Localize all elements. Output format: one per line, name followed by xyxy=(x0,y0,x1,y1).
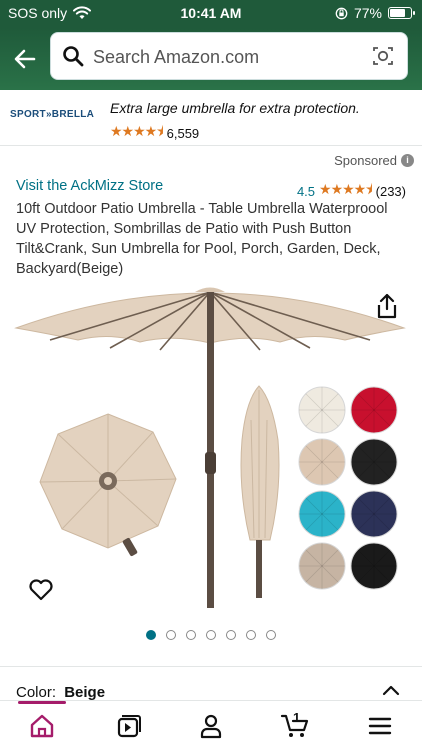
info-icon[interactable]: i xyxy=(401,154,414,167)
battery-icon xyxy=(388,7,415,19)
battery-percent: 77% xyxy=(353,5,382,21)
ad-headline[interactable]: Extra large umbrella for extra protectio… xyxy=(110,100,360,116)
back-arrow-icon[interactable] xyxy=(10,44,40,74)
carousel-dot[interactable] xyxy=(166,630,176,640)
brand-logo[interactable]: SPORT»BRELLA xyxy=(10,109,94,120)
menu-icon[interactable] xyxy=(366,713,394,739)
product-image[interactable] xyxy=(0,282,422,627)
account-icon[interactable] xyxy=(197,713,225,739)
color-selector[interactable]: Color: Beige xyxy=(16,684,105,701)
carousel-dot[interactable] xyxy=(206,630,216,640)
cart-button[interactable]: 1 xyxy=(280,710,312,739)
rating-value: 4.5 xyxy=(296,183,316,199)
ad-rating[interactable]: ★★★★⯨ 6,559 xyxy=(110,121,199,145)
carousel-dot[interactable] xyxy=(146,630,156,640)
bottom-nav: 1 xyxy=(0,700,422,750)
heart-icon[interactable] xyxy=(28,578,54,602)
share-icon[interactable] xyxy=(374,292,400,320)
search-placeholder: Search Amazon.com xyxy=(93,47,260,67)
sponsored-label[interactable]: Sponsored i xyxy=(334,153,414,168)
carousel-dot[interactable] xyxy=(186,630,196,640)
carousel-dot[interactable] xyxy=(266,630,276,640)
carousel-dot[interactable] xyxy=(226,630,236,640)
sponsored-brand-banner[interactable]: SPORT»BRELLA Extra large umbrella for ex… xyxy=(0,90,422,146)
carousel-dot[interactable] xyxy=(246,630,256,640)
search-input[interactable]: Search Amazon.com xyxy=(50,32,408,80)
video-icon[interactable] xyxy=(114,713,142,739)
ad-rating-count: 6,559 xyxy=(166,125,200,141)
top-header: Search Amazon.com xyxy=(0,28,422,90)
orientation-lock-icon xyxy=(335,7,348,19)
home-icon[interactable] xyxy=(28,713,56,739)
rating-count: (233) xyxy=(375,183,406,199)
product-title[interactable]: 10ft Outdoor Patio Umbrella - Table Umbr… xyxy=(16,199,410,279)
cart-count: 1 xyxy=(293,710,301,725)
color-label: Color: xyxy=(16,684,57,701)
divider xyxy=(0,666,422,667)
status-bar: SOS only 10:41 AM 77% xyxy=(0,0,422,28)
store-link[interactable]: Visit the AckMizz Store xyxy=(16,178,163,194)
chevron-up-icon[interactable] xyxy=(382,684,400,696)
color-swatch-grid xyxy=(298,386,398,590)
active-tab-indicator xyxy=(18,701,66,704)
color-value: Beige xyxy=(64,684,106,701)
camera-search-icon[interactable] xyxy=(371,44,395,68)
search-icon[interactable] xyxy=(61,44,85,68)
star-rating-icon: ★★★★⯨ xyxy=(110,123,164,139)
image-pagination-dots xyxy=(0,630,422,640)
